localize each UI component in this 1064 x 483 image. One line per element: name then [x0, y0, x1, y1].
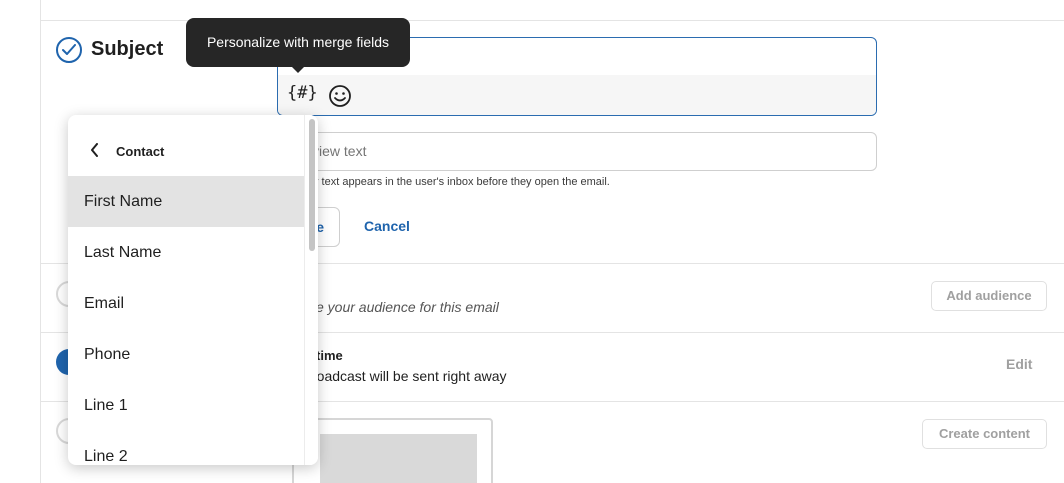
dropdown-scrollbar[interactable] [304, 115, 318, 465]
merge-field-item[interactable]: First Name [68, 176, 304, 227]
edit-send-time-button[interactable]: Edit [1006, 356, 1032, 372]
merge-fields-icon[interactable]: {#} [287, 83, 318, 103]
left-border [40, 0, 41, 483]
merge-fields-dropdown: Contact First Name Last Name Email Phone… [68, 115, 318, 465]
send-time-title: time [316, 348, 343, 363]
audience-subtitle: e your audience for this email [316, 299, 499, 315]
preview-text-input[interactable]: view text [277, 132, 877, 171]
cancel-button[interactable]: Cancel [364, 218, 410, 234]
create-content-button[interactable]: Create content [922, 419, 1047, 449]
merge-field-item[interactable]: Phone [68, 329, 304, 380]
add-audience-button[interactable]: Add audience [931, 281, 1047, 311]
tooltip-arrow [291, 66, 305, 73]
dropdown-header[interactable]: Contact [68, 115, 304, 177]
smiley-icon[interactable] [328, 84, 352, 113]
merge-field-item[interactable]: Last Name [68, 227, 304, 278]
scrollbar-thumb[interactable] [309, 119, 315, 251]
content-thumbnail [320, 434, 477, 483]
dropdown-title: Contact [116, 144, 165, 159]
subject-title: Subject [91, 38, 164, 60]
merge-field-item[interactable]: Line 2 [68, 431, 304, 465]
merge-field-list: First Name Last Name Email Phone Line 1 … [68, 176, 304, 465]
chevron-left-icon[interactable] [90, 143, 100, 162]
merge-fields-tooltip: Personalize with merge fields [186, 18, 410, 67]
subject-toolbar: {#} [278, 75, 876, 115]
merge-field-item[interactable]: Line 1 [68, 380, 304, 431]
subject-check-icon [56, 37, 82, 63]
merge-field-item[interactable]: Email [68, 278, 304, 329]
preview-help-text: y text appears in the user's inbox befor… [313, 176, 610, 188]
send-time-subtitle: roadcast will be sent right away [312, 368, 507, 384]
